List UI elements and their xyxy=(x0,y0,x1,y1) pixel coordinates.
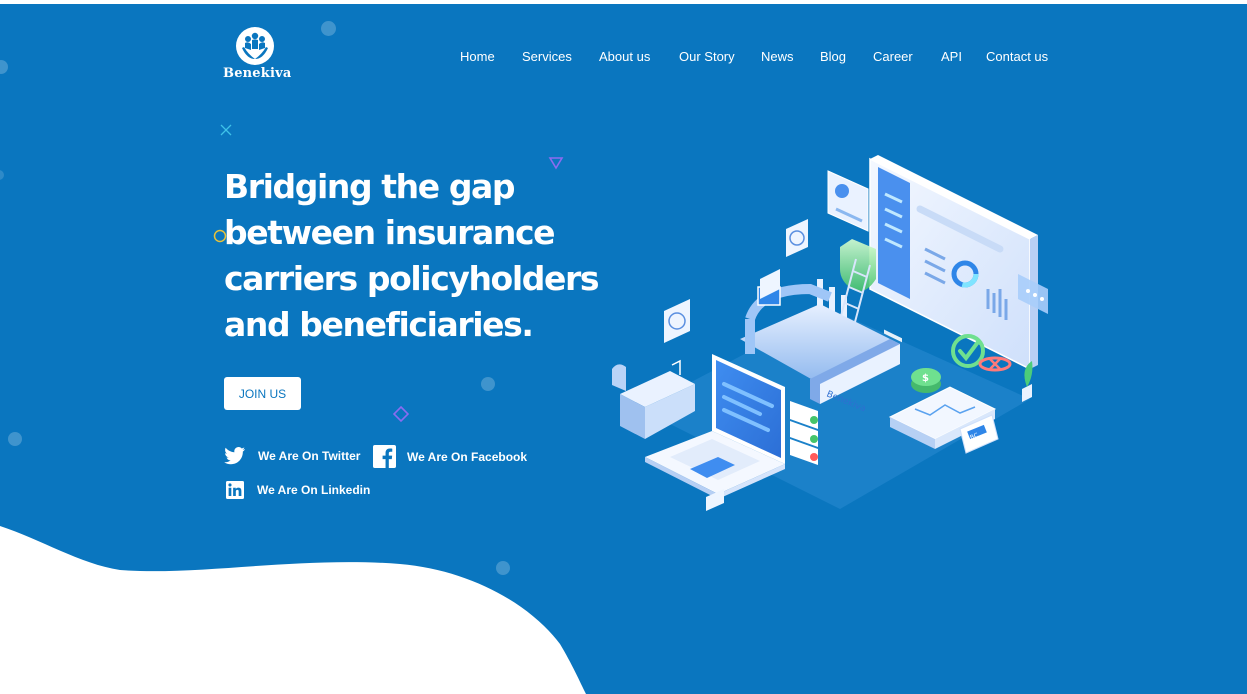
twitter-icon xyxy=(224,447,246,465)
svg-text:$: $ xyxy=(922,373,929,384)
facebook-link[interactable]: We Are On Facebook xyxy=(373,445,527,468)
decor-dot xyxy=(321,21,336,36)
hero-title-line: carriers policyholders xyxy=(224,259,599,298)
nav-item-services[interactable]: Services xyxy=(522,49,572,64)
linkedin-link[interactable]: We Are On Linkedin xyxy=(226,481,370,499)
nav-item-career[interactable]: Career xyxy=(873,49,913,64)
twitter-link[interactable]: We Are On Twitter xyxy=(224,447,360,465)
nav-item-about-us[interactable]: About us xyxy=(599,49,650,64)
twitter-link-label: We Are On Twitter xyxy=(258,449,361,463)
linkedin-link-label: We Are On Linkedin xyxy=(257,483,371,497)
decor-cross-icon xyxy=(220,124,232,136)
decor-dot xyxy=(496,561,510,575)
join-us-button[interactable]: JOIN US xyxy=(224,377,301,410)
facebook-link-label: We Are On Facebook xyxy=(407,449,528,464)
nav-item-news[interactable]: News xyxy=(761,49,794,64)
brand-logo[interactable]: Benekiva xyxy=(223,26,292,86)
nav-item-contact-us[interactable]: Contact us xyxy=(986,49,1048,64)
hero-title-line: and beneficiaries. xyxy=(224,305,534,344)
decor-dot xyxy=(8,432,22,446)
insurance-dashboard-illustration: Benekiva $ ABC xyxy=(612,155,1048,511)
brand-name: Benekiva xyxy=(223,66,292,81)
hero-section: Benekiva Home Services About us Our Stor… xyxy=(0,4,1247,694)
people-leaf-logo-icon xyxy=(236,27,274,65)
nav-item-our-story[interactable]: Our Story xyxy=(679,49,735,64)
hero-title: Bridging the gap between insurance carri… xyxy=(224,164,644,348)
decor-dot xyxy=(481,377,495,391)
hero-title-line: between insurance xyxy=(224,213,556,252)
nav-item-home[interactable]: Home xyxy=(460,49,495,64)
decor-diamond-icon xyxy=(393,406,409,422)
hero-title-line: Bridging the gap xyxy=(224,167,516,206)
nav-item-blog[interactable]: Blog xyxy=(820,49,846,64)
nav-item-api[interactable]: API xyxy=(941,49,962,64)
facebook-icon xyxy=(373,445,396,468)
linkedin-icon xyxy=(226,481,244,499)
